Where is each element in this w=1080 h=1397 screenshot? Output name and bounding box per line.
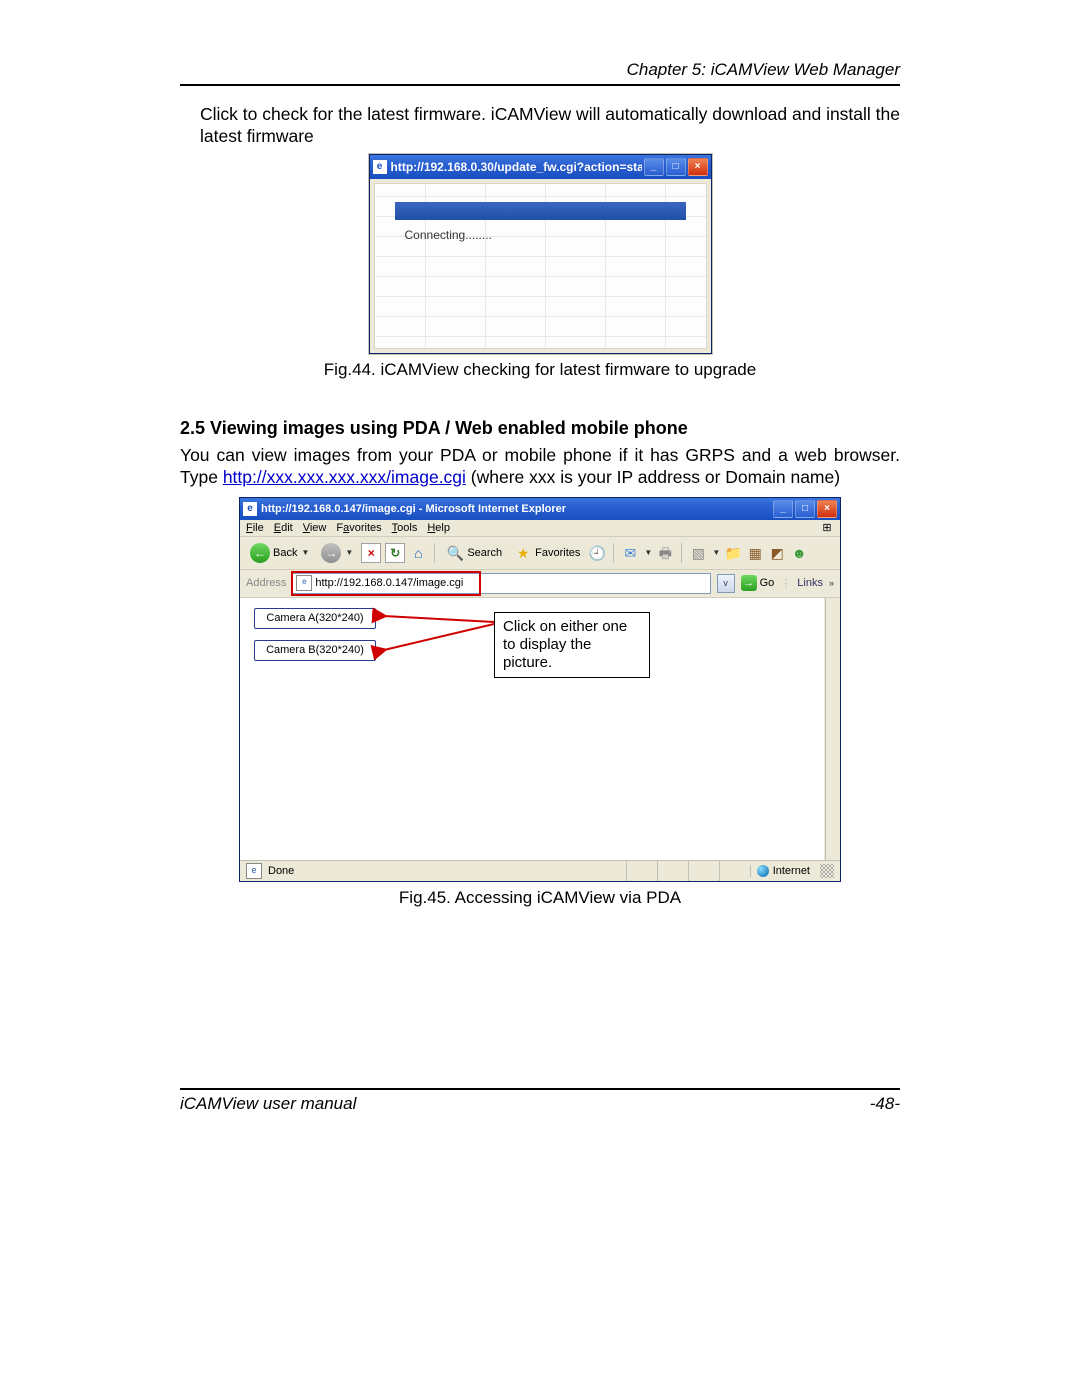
address-url-text: http://192.168.0.147/image.cgi bbox=[315, 577, 463, 589]
ie-app-icon: e bbox=[243, 502, 257, 516]
home-button[interactable]: ⌂ bbox=[409, 544, 427, 562]
extra-button-2[interactable]: ◩ bbox=[768, 544, 786, 562]
progress-bar bbox=[395, 202, 686, 220]
history-button[interactable]: 🕘 bbox=[588, 544, 606, 562]
go-label: Go bbox=[760, 577, 775, 589]
page-header: Chapter 5: iCAMView Web Manager bbox=[180, 60, 900, 80]
menu-edit[interactable]: Edit bbox=[274, 522, 293, 534]
refresh-button[interactable]: ↻ bbox=[385, 543, 405, 563]
stop-button[interactable]: × bbox=[361, 543, 381, 563]
window-titlebar: e http://192.168.0.30/update_fw.cgi?acti… bbox=[370, 155, 711, 179]
forward-button[interactable]: → ▼ bbox=[317, 541, 357, 565]
status-cell-4 bbox=[719, 861, 744, 881]
window-title: http://192.168.0.30/update_fw.cgi?action… bbox=[391, 160, 642, 174]
back-dropdown-caret-icon: ▼ bbox=[301, 548, 309, 557]
ie-status-bar: e Done Internet bbox=[240, 860, 840, 881]
ie-menubar: File Edit View Favorites Tools Help ⊞ bbox=[240, 520, 840, 537]
figure-45-caption: Fig.45. Accessing iCAMView via PDA bbox=[180, 888, 900, 908]
mail-caret-icon: ▼ bbox=[644, 548, 652, 557]
go-button[interactable]: → Go bbox=[741, 575, 775, 591]
windows-logo-icon: ⊞ bbox=[817, 521, 837, 539]
menu-tools[interactable]: Tools bbox=[392, 522, 418, 534]
header-rule bbox=[180, 84, 900, 86]
menu-view[interactable]: View bbox=[303, 522, 327, 534]
messenger-button[interactable]: ☻ bbox=[790, 544, 808, 562]
globe-icon bbox=[757, 865, 769, 877]
folder-button[interactable]: 📁 bbox=[724, 544, 742, 562]
back-label: Back bbox=[273, 547, 297, 559]
favorites-button[interactable]: ★ Favorites bbox=[510, 541, 584, 565]
example-url-link[interactable]: http://xxx.xxx.xxx.xxx/image.cgi bbox=[223, 467, 466, 487]
done-page-icon: e bbox=[246, 863, 262, 879]
window-body: Connecting........ bbox=[374, 183, 707, 349]
ie-window-title: http://192.168.0.147/image.cgi - Microso… bbox=[261, 503, 771, 515]
ie-titlebar: e http://192.168.0.147/image.cgi - Micro… bbox=[240, 498, 840, 520]
maximize-button[interactable]: □ bbox=[666, 158, 686, 176]
menu-help[interactable]: Help bbox=[427, 522, 450, 534]
annotation-arrows-icon bbox=[370, 602, 500, 672]
address-dropdown-button[interactable]: v bbox=[717, 574, 735, 593]
ie-browser-window: e http://192.168.0.147/image.cgi - Micro… bbox=[239, 497, 841, 882]
search-button[interactable]: 🔍 Search bbox=[442, 541, 506, 565]
footer-left: iCAMView user manual bbox=[180, 1094, 356, 1114]
toolbar-separator-2 bbox=[613, 543, 614, 563]
edit-button[interactable]: ▧ bbox=[689, 544, 707, 562]
links-label[interactable]: Links bbox=[797, 577, 823, 589]
minimize-button[interactable]: _ bbox=[644, 158, 664, 176]
toolbar-separator-3 bbox=[681, 543, 682, 563]
intro-paragraph-2: You can view images from your PDA or mob… bbox=[180, 445, 900, 489]
search-label: Search bbox=[467, 547, 502, 559]
ie-maximize-button[interactable]: □ bbox=[795, 500, 815, 518]
toolbar-separator bbox=[434, 543, 435, 563]
footer-page-number: -48- bbox=[870, 1094, 900, 1114]
ie-page-icon: e bbox=[373, 160, 387, 174]
search-icon: 🔍 bbox=[446, 544, 464, 562]
ie-content-area: Camera A(320*240) Camera B(320*240) Clic… bbox=[240, 598, 840, 860]
favorites-star-icon: ★ bbox=[514, 544, 532, 562]
back-arrow-icon: ← bbox=[250, 543, 270, 563]
address-label: Address bbox=[246, 577, 286, 589]
mail-button[interactable]: ✉ bbox=[621, 544, 639, 562]
back-button[interactable]: ← Back ▼ bbox=[246, 541, 313, 565]
close-button[interactable]: × bbox=[688, 158, 708, 176]
ie-minimize-button[interactable]: _ bbox=[773, 500, 793, 518]
edit-caret-icon: ▼ bbox=[712, 548, 720, 557]
status-cell-3 bbox=[688, 861, 713, 881]
status-done-text: Done bbox=[268, 865, 294, 877]
figure-44-caption: Fig.44. iCAMView checking for latest fir… bbox=[180, 360, 900, 380]
status-zone: Internet bbox=[750, 865, 810, 877]
addrbar-separator: ⋮ bbox=[780, 577, 791, 590]
annotation-callout: Click on either one to display the pictu… bbox=[494, 612, 650, 678]
forward-arrow-icon: → bbox=[321, 543, 341, 563]
menu-favorites[interactable]: Favorites bbox=[336, 522, 381, 534]
intro-paragraph-1: Click to check for the latest firmware. … bbox=[200, 104, 900, 148]
links-chevron-icon[interactable]: » bbox=[829, 578, 834, 588]
address-field[interactable]: e http://192.168.0.147/image.cgi bbox=[292, 573, 710, 594]
ie-toolbar: ← Back ▼ → ▼ × ↻ ⌂ 🔍 Search ★ Favorites … bbox=[240, 537, 840, 570]
forward-dropdown-caret-icon: ▼ bbox=[345, 548, 353, 557]
print-button[interactable]: 🖶 bbox=[656, 544, 674, 562]
status-internet-text: Internet bbox=[773, 865, 810, 877]
ie-address-bar: Address e http://192.168.0.147/image.cgi… bbox=[240, 570, 840, 598]
status-cell-1 bbox=[626, 861, 651, 881]
status-text: Connecting........ bbox=[405, 228, 492, 242]
favorites-label: Favorites bbox=[535, 547, 580, 559]
footer-rule bbox=[180, 1088, 900, 1090]
camera-b-button[interactable]: Camera B(320*240) bbox=[254, 640, 376, 661]
ie-close-button[interactable]: × bbox=[817, 500, 837, 518]
page-icon: e bbox=[296, 575, 312, 591]
status-cell-2 bbox=[657, 861, 682, 881]
go-arrow-icon: → bbox=[741, 575, 757, 591]
section-2-5-title: 2.5 Viewing images using PDA / Web enabl… bbox=[180, 418, 900, 439]
menu-file[interactable]: File bbox=[246, 522, 264, 534]
firmware-update-window: e http://192.168.0.30/update_fw.cgi?acti… bbox=[369, 154, 712, 354]
extra-button-1[interactable]: ▦ bbox=[746, 544, 764, 562]
intro2-text-b: (where xxx is your IP address or Domain … bbox=[466, 467, 840, 487]
camera-a-button[interactable]: Camera A(320*240) bbox=[254, 608, 376, 629]
page-footer: iCAMView user manual -48- bbox=[180, 1094, 900, 1114]
resize-grip-icon[interactable] bbox=[820, 864, 834, 878]
